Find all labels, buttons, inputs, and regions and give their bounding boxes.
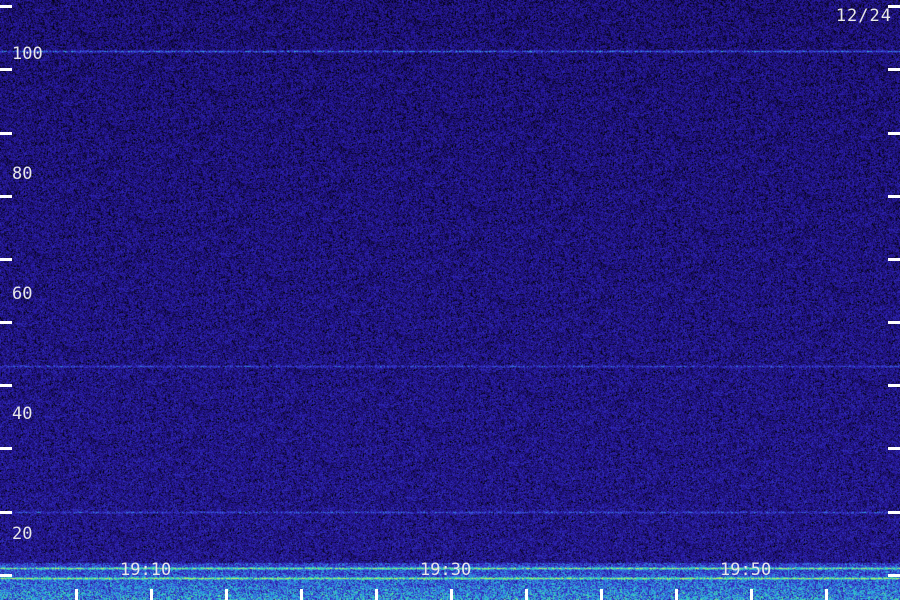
y-tick-right-30 bbox=[888, 511, 900, 514]
x-tick-label-1910: 19:10 bbox=[120, 560, 172, 580]
y-tick-right-110 bbox=[888, 5, 900, 8]
y-tick-left-100 bbox=[0, 68, 12, 71]
y-tick-right-70 bbox=[888, 258, 900, 261]
y-tick-label-100: 100 bbox=[12, 44, 43, 64]
x-tick-1 bbox=[150, 589, 153, 600]
y-tick-right-20 bbox=[888, 574, 900, 577]
y-tick-label-80: 80 bbox=[12, 164, 33, 184]
spectrogram-image bbox=[0, 0, 900, 600]
x-tick-label-1950: 19:50 bbox=[720, 560, 772, 580]
x-tick-6 bbox=[525, 589, 528, 600]
y-tick-label-60: 60 bbox=[12, 284, 33, 304]
x-tick-8 bbox=[675, 589, 678, 600]
x-tick-3 bbox=[300, 589, 303, 600]
y-tick-right-100 bbox=[888, 68, 900, 71]
x-tick-5 bbox=[450, 589, 453, 600]
x-tick-4 bbox=[375, 589, 378, 600]
y-tick-left-90 bbox=[0, 132, 12, 135]
x-tick-0 bbox=[75, 589, 78, 600]
x-tick-7 bbox=[600, 589, 603, 600]
y-tick-right-60 bbox=[888, 321, 900, 324]
x-tick-label-1930: 19:30 bbox=[420, 560, 472, 580]
y-tick-left-20 bbox=[0, 574, 12, 577]
y-tick-label-40: 40 bbox=[12, 404, 33, 424]
y-tick-left-30 bbox=[0, 511, 12, 514]
y-tick-right-90 bbox=[888, 132, 900, 135]
x-tick-10 bbox=[825, 589, 828, 600]
date-label: 12/24 bbox=[835, 6, 892, 26]
y-tick-left-60 bbox=[0, 321, 12, 324]
y-tick-left-40 bbox=[0, 447, 12, 450]
y-tick-left-110 bbox=[0, 5, 12, 8]
y-tick-label-20: 20 bbox=[12, 524, 33, 544]
y-tick-right-50 bbox=[888, 384, 900, 387]
spectrogram-panel: 12/24 100 80 60 40 20 19:10 19:30 19:50 bbox=[0, 0, 900, 600]
y-tick-left-70 bbox=[0, 258, 12, 261]
x-tick-9 bbox=[750, 589, 753, 600]
y-tick-left-80 bbox=[0, 195, 12, 198]
y-tick-right-80 bbox=[888, 195, 900, 198]
y-tick-right-40 bbox=[888, 447, 900, 450]
y-tick-left-50 bbox=[0, 384, 12, 387]
x-tick-2 bbox=[225, 589, 228, 600]
